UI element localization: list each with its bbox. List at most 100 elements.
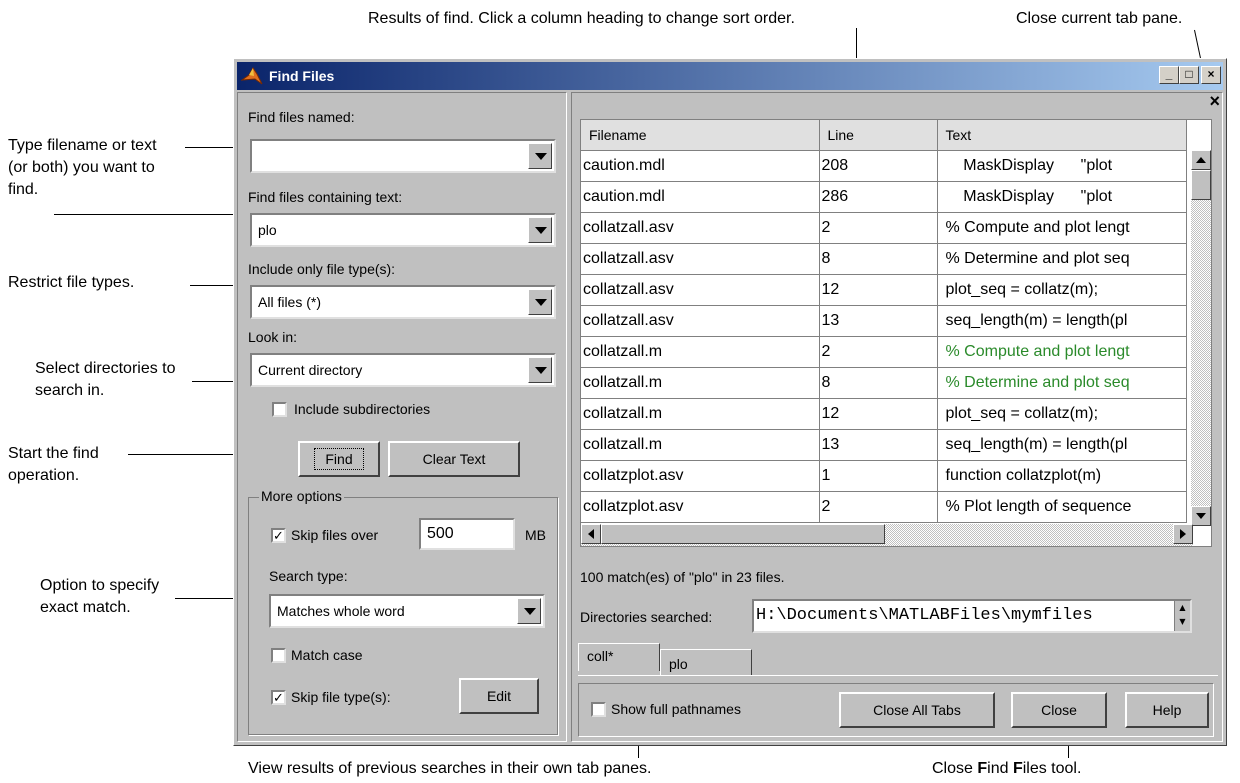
chevron-down-icon[interactable] <box>528 217 552 243</box>
cell-text: % Compute and plot lengt <box>937 212 1187 244</box>
bottom-bar: Show full pathnames Close All Tabs Close… <box>578 683 1214 737</box>
scroll-right-icon[interactable] <box>1173 524 1193 544</box>
filetype-combo[interactable]: All files (*) <box>250 285 556 319</box>
cell-file: collatzall.m <box>581 429 820 461</box>
cell-text: MaskDisplay "plot <box>937 150 1187 182</box>
scroll-down-icon[interactable] <box>1191 506 1211 526</box>
cell-file: collatzall.asv <box>581 243 820 275</box>
table-row[interactable]: collatzall.asv 2% Compute and plot lengt <box>581 212 1187 244</box>
search-options-panel: Find files named: Find files containing … <box>237 92 567 742</box>
more-options-group: More options ✓ Skip files over 500 MB Se… <box>248 488 558 735</box>
cell-text: seq_length(m) = length(pl <box>937 429 1187 461</box>
containing-value: plo <box>258 222 277 238</box>
maximize-button[interactable]: □ <box>1179 66 1199 84</box>
table-row[interactable]: collatzall.asv 12 plot_seq = collatz(m); <box>581 274 1187 306</box>
table-row[interactable]: collatzall.m 2% Compute and plot lengt <box>581 336 1187 368</box>
matlab-logo-icon <box>240 66 263 86</box>
cell-line: 8 <box>819 367 938 399</box>
skip-over-checkbox[interactable]: ✓ <box>271 528 286 543</box>
annotation-start-find: Start the find operation. <box>8 445 99 484</box>
annotation-type-filename: Type filename or text (or both) you want… <box>8 137 157 198</box>
spinner-icon[interactable]: ▲ ▼ <box>1174 601 1190 631</box>
annotation-results: Results of find. Click a column heading … <box>368 10 795 27</box>
cell-line: 2 <box>819 491 938 523</box>
table-row[interactable]: collatzall.asv 8% Determine and plot seq <box>581 243 1187 275</box>
table-row[interactable]: caution.mdl 208 MaskDisplay "plot <box>581 150 1187 182</box>
cell-line: 286 <box>819 181 938 213</box>
table-row[interactable]: collatzplot.asv 1 function collatzplot(m) <box>581 460 1187 492</box>
cell-text: seq_length(m) = length(pl <box>937 305 1187 337</box>
annotation-view-results: View results of previous searches in the… <box>248 760 652 777</box>
skip-over-input[interactable]: 500 <box>419 518 515 550</box>
horizontal-scrollbar[interactable] <box>581 524 1193 546</box>
cell-line: 12 <box>819 274 938 306</box>
clear-text-button[interactable]: Clear Text <box>388 441 520 477</box>
tab-plo[interactable]: plo <box>660 649 752 675</box>
annotation-close-tab: Close current tab pane. <box>1016 10 1183 27</box>
cell-line: 12 <box>819 398 938 430</box>
include-subdirs-checkbox[interactable] <box>272 402 287 417</box>
pane-close-icon[interactable]: × <box>1209 91 1220 112</box>
search-type-combo[interactable]: Matches whole word <box>269 594 545 628</box>
match-case-checkbox[interactable] <box>271 648 286 663</box>
scroll-up-icon[interactable] <box>1191 150 1211 170</box>
tab-coll[interactable]: coll* <box>578 643 660 671</box>
cell-file: collatzplot.asv <box>581 460 820 492</box>
table-row[interactable]: collatzplot.asv 2% Plot length of sequenc… <box>581 491 1187 523</box>
scroll-left-icon[interactable] <box>581 524 601 544</box>
table-row[interactable]: collatzall.m 13 seq_length(m) = length(pl <box>581 429 1187 461</box>
close-button[interactable]: Close <box>1011 692 1107 728</box>
results-table[interactable]: Filename Line Text caution.mdl 208 MaskDi… <box>580 119 1212 547</box>
find-button[interactable]: Find <box>298 441 380 477</box>
cell-line: 8 <box>819 243 938 275</box>
hscroll-thumb[interactable] <box>601 524 885 544</box>
cell-text: MaskDisplay "plot <box>937 181 1187 213</box>
cell-line: 2 <box>819 336 938 368</box>
skip-over-label: Skip files over <box>291 527 379 543</box>
minimize-button[interactable]: _ <box>1159 66 1179 84</box>
find-named-combo[interactable] <box>250 139 556 173</box>
cell-file: collatzall.m <box>581 336 820 368</box>
edit-button[interactable]: Edit <box>459 678 539 714</box>
lookin-label: Look in: <box>248 329 298 345</box>
annotation-restrict: Restrict file types. <box>8 274 135 291</box>
skip-types-checkbox[interactable]: ✓ <box>271 690 286 705</box>
cell-text: plot_seq = collatz(m); <box>937 398 1187 430</box>
lookin-value: Current directory <box>258 362 363 378</box>
filetype-value: All files (*) <box>258 294 322 310</box>
vertical-scrollbar[interactable] <box>1191 150 1211 526</box>
cell-file: collatzall.m <box>581 398 820 430</box>
window-close-button[interactable]: × <box>1201 66 1221 84</box>
find-named-label: Find files named: <box>248 109 355 125</box>
table-row[interactable]: collatzall.m 12 plot_seq = collatz(m); <box>581 398 1187 430</box>
dirs-searched-field[interactable]: H:\Documents\MATLABFiles\mymfiles ▲ ▼ <box>752 599 1192 633</box>
chevron-down-icon[interactable] <box>528 143 552 169</box>
scroll-thumb[interactable] <box>1191 170 1211 200</box>
containing-label: Find files containing text: <box>248 189 403 205</box>
column-filename[interactable]: Filename <box>581 120 820 151</box>
table-row[interactable]: collatzall.asv 13 seq_length(m) = length(p… <box>581 305 1187 337</box>
show-full-checkbox[interactable] <box>591 702 606 717</box>
cell-text: % Compute and plot lengt <box>937 336 1187 368</box>
column-line[interactable]: Line <box>819 120 938 151</box>
table-header-row: Filename Line Text <box>581 120 1187 151</box>
window-title: Find Files <box>269 68 335 84</box>
table-row[interactable]: caution.mdl 286 MaskDisplay "plot <box>581 181 1187 213</box>
cell-text: % Determine and plot seq <box>937 243 1187 275</box>
cell-text: plot_seq = collatz(m); <box>937 274 1187 306</box>
chevron-down-icon[interactable] <box>517 598 541 624</box>
close-all-tabs-button[interactable]: Close All Tabs <box>839 692 995 728</box>
lookin-combo[interactable]: Current directory <box>250 353 556 387</box>
search-type-value: Matches whole word <box>277 603 405 619</box>
title-bar[interactable]: Find Files _ □ × <box>237 62 1223 90</box>
cell-line: 208 <box>819 150 938 182</box>
table-row[interactable]: collatzall.m 8% Determine and plot seq <box>581 367 1187 399</box>
chevron-down-icon[interactable] <box>528 289 552 315</box>
column-text[interactable]: Text <box>937 120 1187 151</box>
cell-file: collatzall.asv <box>581 305 820 337</box>
containing-combo[interactable]: plo <box>250 213 556 247</box>
chevron-down-icon[interactable] <box>528 357 552 383</box>
leader-find-containing <box>54 214 260 215</box>
help-button[interactable]: Help <box>1125 692 1209 728</box>
cell-line: 1 <box>819 460 938 492</box>
